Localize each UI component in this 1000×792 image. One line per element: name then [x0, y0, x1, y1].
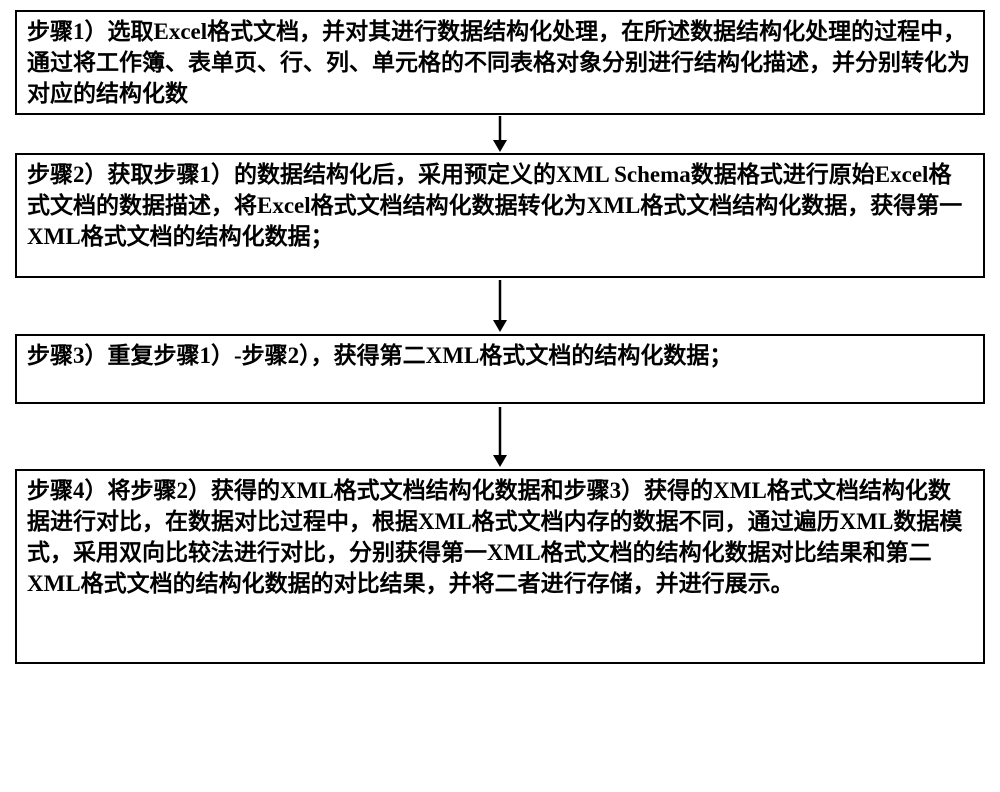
flowchart-step-1: 步骤1）选取Excel格式文档，并对其进行数据结构化处理，在所述数据结构化处理的… [15, 10, 985, 115]
flowchart-step-4: 步骤4）将步骤2）获得的XML格式文档结构化数据和步骤3）获得的XML格式文档结… [15, 469, 985, 664]
step-4-text: 步骤4）将步骤2）获得的XML格式文档结构化数据和步骤3）获得的XML格式文档结… [27, 478, 962, 596]
arrow-3-to-4 [485, 404, 515, 469]
flowchart-step-3: 步骤3）重复步骤1）-步骤2），获得第二XML格式文档的结构化数据； [15, 334, 985, 404]
step-3-text: 步骤3）重复步骤1）-步骤2），获得第二XML格式文档的结构化数据； [27, 343, 732, 368]
flowchart-step-2: 步骤2）获取步骤1）的数据结构化后，采用预定义的XML Schema数据格式进行… [15, 153, 985, 278]
arrow-2-to-3 [485, 278, 515, 334]
step-2-text: 步骤2）获取步骤1）的数据结构化后，采用预定义的XML Schema数据格式进行… [27, 162, 962, 249]
step-1-text: 步骤1）选取Excel格式文档，并对其进行数据结构化处理，在所述数据结构化处理的… [27, 19, 970, 106]
arrow-1-to-2 [485, 115, 515, 153]
